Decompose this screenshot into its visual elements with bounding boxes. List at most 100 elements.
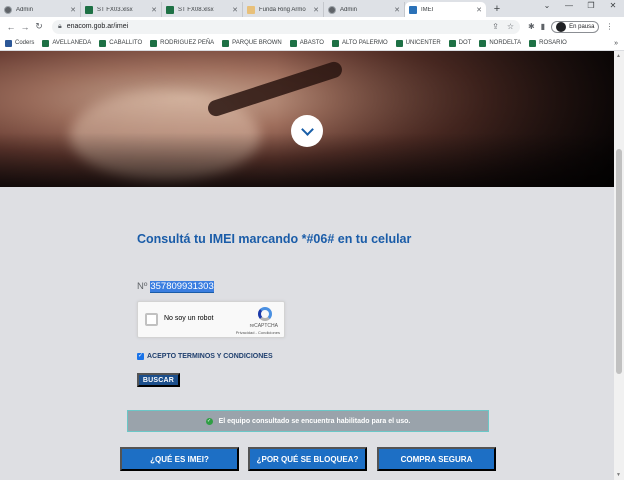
search-button[interactable]: BUSCAR (137, 373, 180, 387)
browser-tab-active[interactable]: IMEI ✕ (405, 2, 486, 17)
tab-title: Admin (340, 6, 358, 13)
bookmark-label: ABASTO (299, 40, 324, 46)
bookmark-item[interactable]: AVELLANEDA (42, 39, 92, 47)
recaptcha-brand: reCAPTCHA (249, 323, 278, 329)
avatar (556, 21, 567, 32)
check-circle-icon: ✓ (205, 417, 213, 425)
excel-icon (85, 5, 93, 14)
forward-icon[interactable]: → (18, 22, 32, 32)
tab-title: ST FX08.xlsx (178, 6, 214, 13)
bookmark-label: ALTO PALERMO (341, 40, 388, 46)
status-text: El equipo consultado se encuentra habili… (218, 417, 411, 425)
bookmark-item[interactable]: Coders (5, 39, 35, 47)
excel-icon (150, 39, 158, 47)
tab-title: Admin (16, 6, 34, 13)
minimize-icon[interactable]: — (558, 0, 580, 14)
scroll-down-icon[interactable]: ▼ (616, 472, 621, 478)
bookmark-label: DOT (458, 40, 472, 46)
bookmark-item[interactable]: ALTO PALERMO (331, 39, 388, 47)
globe-icon (4, 5, 12, 14)
bookmark-star-icon[interactable]: ☆ (507, 22, 514, 31)
side-panel-icon[interactable]: ▮ (541, 22, 545, 31)
browser-tab[interactable]: Admin ✕ (0, 2, 81, 17)
bookmark-item[interactable]: ABASTO (289, 39, 324, 47)
reload-icon[interactable]: ↻ (32, 21, 46, 32)
accept-terms-label[interactable]: ACEPTO TERMINOS Y CONDICIONES (147, 353, 273, 360)
excel-icon (166, 5, 174, 14)
bookmark-label: NORDELTA (489, 40, 522, 46)
excel-icon (395, 39, 403, 47)
bookmarks-bar: Coders AVELLANEDA CABALLITO RODRIGUEZ PE… (0, 36, 624, 51)
imei-input[interactable] (150, 280, 215, 293)
profile-status: En pausa (569, 23, 595, 30)
bookmark-item[interactable]: NORDELTA (479, 39, 522, 47)
recaptcha-logo-icon (258, 307, 272, 321)
excel-icon (42, 39, 50, 47)
extensions-icon[interactable]: ✱ (528, 22, 535, 31)
maximize-icon[interactable]: ❐ (580, 0, 602, 14)
back-icon[interactable]: ← (4, 22, 18, 32)
bookmark-label: UNICENTER (405, 40, 441, 46)
bookmark-label: RODRIGUEZ PEÑA (160, 40, 215, 46)
bookmark-label: ROSARIO (539, 40, 567, 46)
bookmark-item[interactable]: PARQUE BROWN (222, 39, 282, 47)
page-scrollbar[interactable]: ▲ ▼ (614, 51, 624, 480)
recaptcha-checkbox[interactable] (145, 313, 158, 326)
scroll-up-icon[interactable]: ▲ (616, 53, 621, 59)
bookmark-item[interactable]: DOT (448, 39, 472, 47)
recaptcha-widget: No soy un robot reCAPTCHA Privacidad - C… (137, 301, 285, 338)
imei-prefix: Nº (137, 281, 148, 292)
browser-tab[interactable]: Funda Ring Armo ✕ (243, 2, 324, 17)
hero-image (0, 51, 614, 187)
excel-icon (529, 39, 537, 47)
url-text[interactable]: enacom.gob.ar/imei (67, 23, 484, 30)
bookmark-item[interactable]: ROSARIO (529, 39, 567, 47)
bookmark-label: PARQUE BROWN (232, 40, 282, 46)
close-window-icon[interactable]: ✕ (602, 0, 624, 14)
browser-tab[interactable]: ST FX03.xlsx ✕ (81, 2, 162, 17)
more-bookmarks-icon[interactable]: » (614, 40, 618, 47)
accept-terms-row[interactable]: ✓ ACEPTO TERMINOS Y CONDICIONES (137, 353, 273, 360)
excel-icon (222, 39, 230, 47)
excel-icon (448, 39, 456, 47)
lock-icon[interactable]: 🔒︎ (58, 23, 62, 31)
imei-field-row: Nº (137, 280, 215, 293)
browser-tab[interactable]: ST FX08.xlsx ✕ (162, 2, 243, 17)
bookmark-label: Coders (15, 40, 35, 46)
bookmark-label: AVELLANEDA (52, 40, 92, 46)
page-content: Consultá tu IMEI marcando *#06# en tu ce… (0, 51, 614, 480)
chevron-down-icon[interactable]: ⌄ (536, 0, 558, 14)
browser-tab[interactable]: Admin ✕ (324, 2, 405, 17)
profile-button[interactable]: En pausa (551, 20, 600, 33)
close-icon[interactable]: ✕ (70, 6, 76, 14)
menu-icon[interactable]: ⋮ (605, 22, 613, 31)
bookmark-item[interactable]: CABALLITO (99, 39, 143, 47)
close-icon[interactable]: ✕ (476, 6, 482, 14)
share-icon[interactable]: ⇪ (492, 22, 499, 31)
page-title: Consultá tu IMEI marcando *#06# en tu ce… (137, 232, 412, 246)
globe-icon (328, 5, 336, 14)
bookmark-item[interactable]: UNICENTER (395, 39, 441, 47)
excel-icon (99, 39, 107, 47)
safe-purchase-button[interactable]: COMPRA SEGURA (377, 447, 496, 471)
recaptcha-terms-link[interactable]: Privacidad - Condiciones (236, 330, 280, 335)
scroll-down-button[interactable] (291, 115, 323, 147)
excel-icon (289, 39, 297, 47)
close-icon[interactable]: ✕ (151, 6, 157, 14)
close-icon[interactable]: ✕ (232, 6, 238, 14)
enacom-icon (409, 5, 417, 14)
new-tab-button[interactable]: + (490, 2, 504, 16)
scrollbar-thumb[interactable] (616, 149, 622, 374)
what-is-imei-button[interactable]: ¿QUÉ ES IMEI? (120, 447, 239, 471)
bookmark-label: CABALLITO (109, 40, 143, 46)
window-controls: ⌄ — ❐ ✕ (536, 0, 624, 14)
tab-title: Funda Ring Armo (259, 6, 306, 13)
accept-terms-checkbox[interactable]: ✓ (137, 353, 144, 360)
close-icon[interactable]: ✕ (394, 6, 400, 14)
close-icon[interactable]: ✕ (313, 6, 319, 14)
bookmark-item[interactable]: RODRIGUEZ PEÑA (150, 39, 215, 47)
address-bar[interactable]: 🔒︎ enacom.gob.ar/imei ⇪ ☆ (52, 19, 520, 34)
why-blocked-button[interactable]: ¿POR QUÉ SE BLOQUEA? (248, 447, 367, 471)
status-message: ✓ El equipo consultado se encuentra habi… (127, 410, 489, 432)
tab-title: ST FX03.xlsx (97, 6, 133, 13)
